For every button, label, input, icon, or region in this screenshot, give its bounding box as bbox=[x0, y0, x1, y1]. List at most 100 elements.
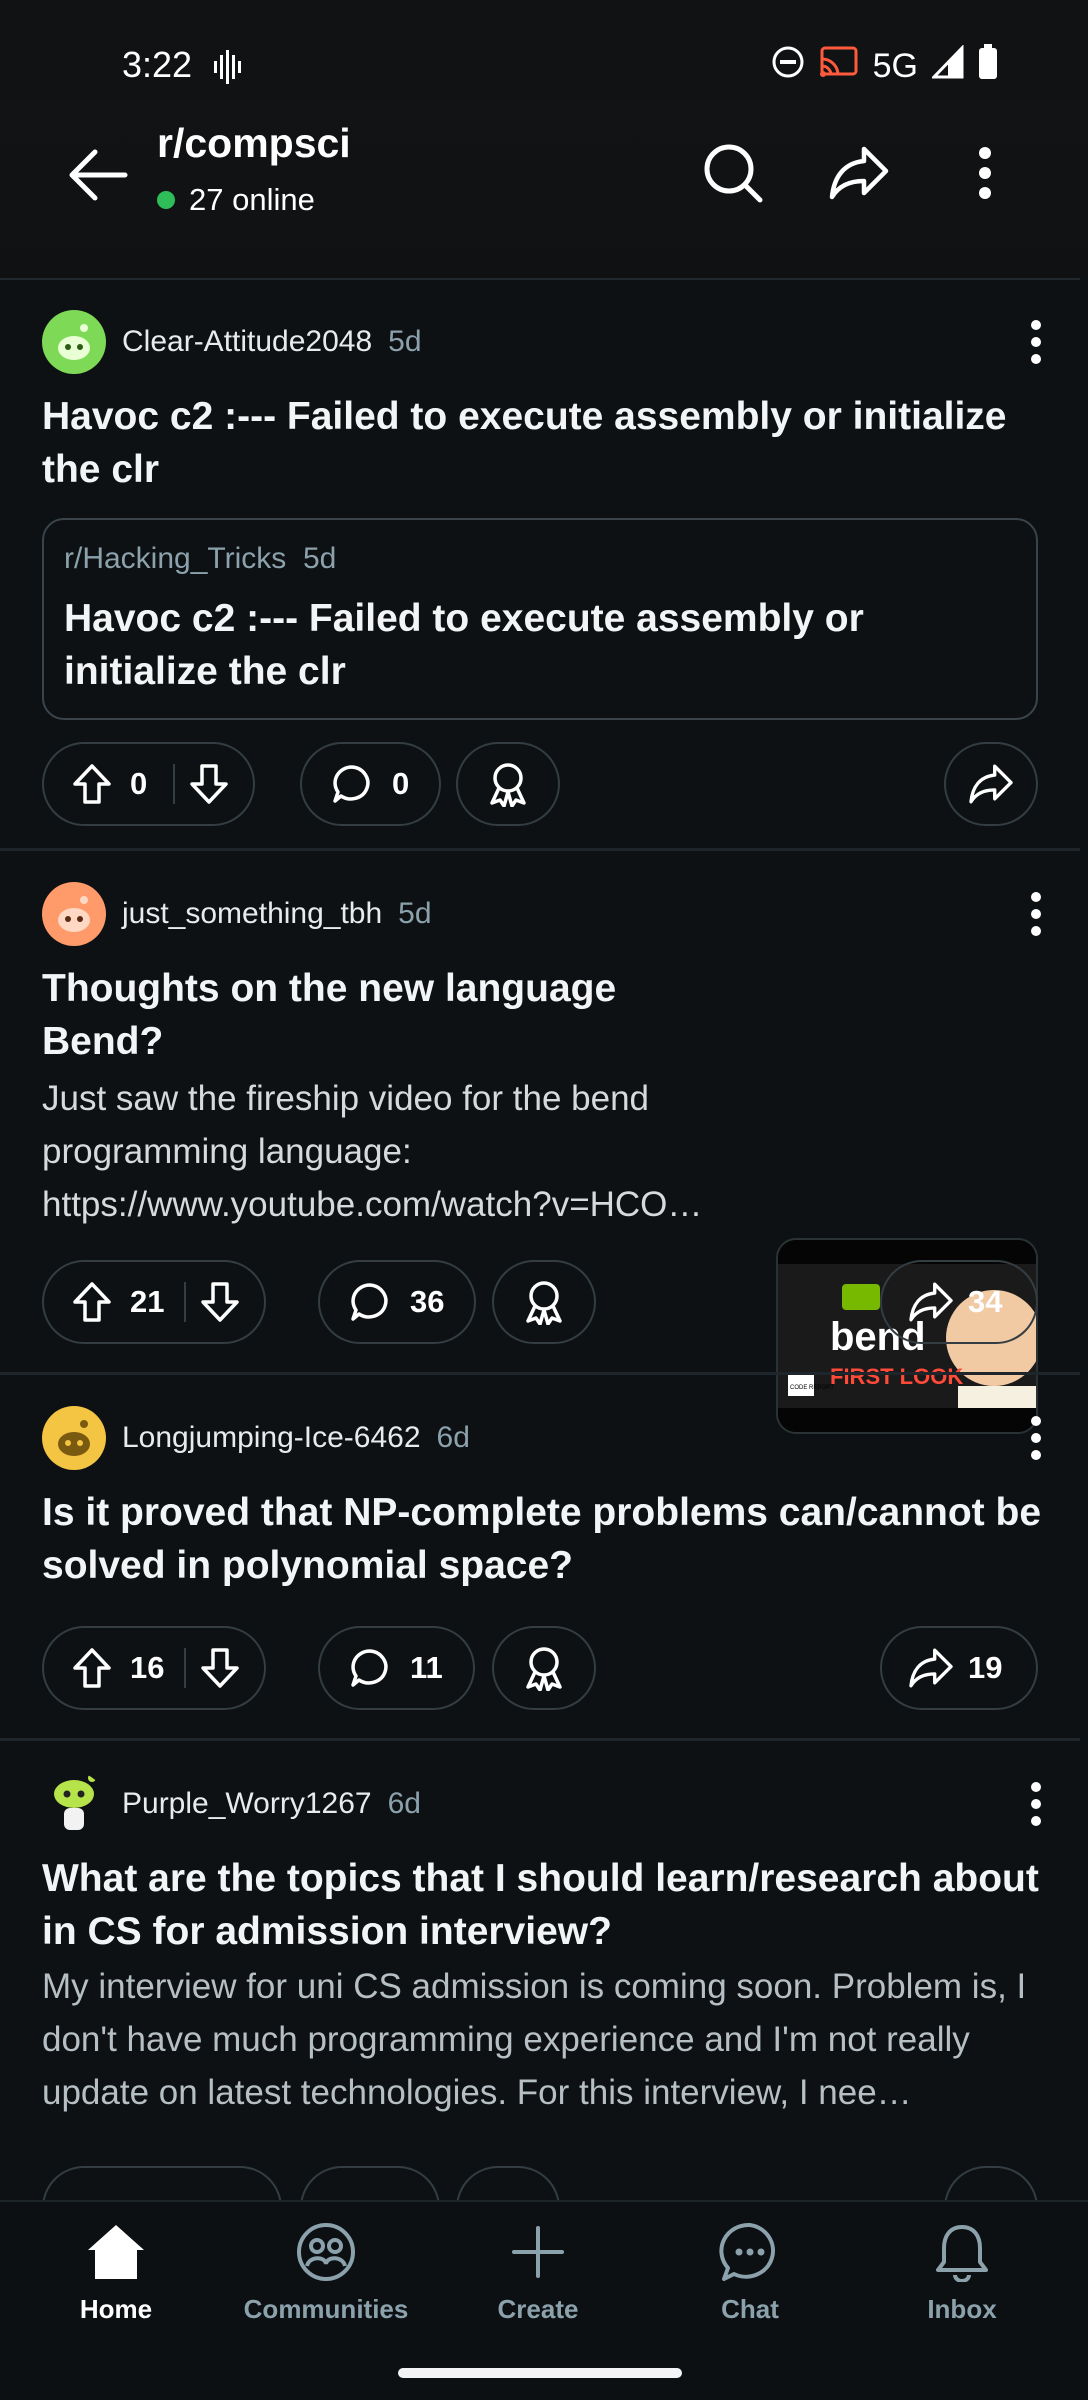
subreddit-title: r/compsci bbox=[157, 120, 351, 166]
downvote-button[interactable] bbox=[189, 763, 229, 805]
gesture-handle[interactable] bbox=[398, 2368, 682, 2378]
award-button[interactable] bbox=[492, 1626, 596, 1710]
nav-inbox[interactable]: Inbox bbox=[862, 2222, 1062, 2342]
status-icons: 5G bbox=[771, 44, 998, 89]
vote-separator bbox=[173, 764, 176, 804]
post-author[interactable]: just_something_tbh bbox=[122, 897, 382, 931]
arrow-up-icon bbox=[73, 1282, 111, 1322]
share-button[interactable] bbox=[944, 742, 1038, 826]
share-button[interactable]: 19 bbox=[880, 1626, 1038, 1710]
upvote-button[interactable] bbox=[72, 1281, 112, 1323]
award-button[interactable] bbox=[456, 2166, 560, 2200]
back-button[interactable] bbox=[58, 135, 138, 215]
post-author[interactable]: Purple_Worry1267 bbox=[122, 1787, 372, 1821]
snoo-avatar-icon bbox=[58, 1420, 90, 1456]
post-body[interactable]: My interview for uni CS admission is com… bbox=[42, 1960, 1052, 2119]
online-count: 27 online bbox=[157, 182, 315, 218]
status-time: 3:22 bbox=[122, 44, 193, 85]
comment-icon bbox=[351, 1283, 388, 1321]
upvote-button[interactable] bbox=[72, 763, 112, 805]
snoo-avatar-icon bbox=[58, 896, 90, 932]
downvote-button[interactable] bbox=[200, 1647, 240, 1689]
award-button[interactable] bbox=[456, 742, 560, 826]
post-meta: just_something_tbh 5d bbox=[42, 882, 432, 946]
post-card[interactable]: just_something_tbh 5d Thoughts on the ne… bbox=[0, 852, 1080, 1434]
vote-control: 16 bbox=[42, 1626, 267, 1710]
home-icon bbox=[88, 2225, 144, 2279]
comments-button[interactable] bbox=[300, 2166, 440, 2200]
overflow-menu-button[interactable] bbox=[940, 128, 1030, 218]
share-icon bbox=[829, 146, 889, 200]
nav-inbox-label: Inbox bbox=[927, 2294, 997, 2324]
post-feed[interactable]: Clear-Attitude2048 5d Havoc c2 :--- Fail… bbox=[0, 280, 1080, 2200]
avatar[interactable] bbox=[42, 1406, 106, 1470]
post-card[interactable]: Longjumping-Ice-6462 6d Is it proved tha… bbox=[0, 1376, 1080, 1740]
avatar[interactable] bbox=[42, 310, 106, 374]
dnd-icon bbox=[771, 45, 805, 88]
post-meta: Purple_Worry1267 6d bbox=[42, 1772, 421, 1836]
battery-icon bbox=[978, 44, 998, 89]
nav-create[interactable]: Create bbox=[438, 2222, 638, 2342]
comments-button[interactable]: 0 bbox=[300, 742, 442, 826]
post-card[interactable]: Purple_Worry1267 6d What are the topics … bbox=[0, 1742, 1080, 2200]
crosspost-age: 5d bbox=[302, 542, 337, 575]
post-author[interactable]: Longjumping-Ice-6462 bbox=[122, 1421, 421, 1455]
post-meta: Longjumping-Ice-6462 6d bbox=[42, 1406, 470, 1470]
award-icon bbox=[490, 763, 526, 807]
nav-chat[interactable]: Chat bbox=[650, 2222, 850, 2342]
vibrate-icon bbox=[214, 50, 244, 89]
share-icon bbox=[969, 764, 1013, 804]
post-author[interactable]: Clear-Attitude2048 bbox=[122, 325, 372, 359]
crosspost-subreddit[interactable]: r/Hacking_Tricks bbox=[64, 542, 286, 575]
post-age: 6d bbox=[436, 1421, 470, 1454]
nav-home[interactable]: Home bbox=[16, 2222, 216, 2342]
nav-communities-label: Communities bbox=[243, 2294, 409, 2324]
online-dot bbox=[157, 191, 175, 209]
vote-count: 21 bbox=[130, 1284, 165, 1319]
post-title[interactable]: Is it proved that NP-complete problems c… bbox=[42, 1486, 1042, 1592]
arrow-up-icon bbox=[73, 764, 111, 804]
share-icon bbox=[909, 1282, 953, 1322]
share-icon bbox=[909, 1648, 953, 1688]
avatar[interactable] bbox=[42, 1772, 106, 1836]
bell-icon bbox=[936, 2225, 988, 2282]
share-button[interactable] bbox=[944, 2166, 1038, 2200]
share-button[interactable]: 34 bbox=[880, 1260, 1038, 1344]
post-title[interactable]: Havoc c2 :--- Failed to execute assembly… bbox=[42, 390, 1042, 496]
post-divider bbox=[0, 1738, 1080, 1741]
comments-button[interactable]: 36 bbox=[318, 1260, 477, 1344]
share-subreddit-button[interactable] bbox=[814, 128, 904, 218]
search-button[interactable] bbox=[688, 128, 778, 218]
post-title[interactable]: Thoughts on the new language Bend? bbox=[42, 962, 732, 1068]
upvote-button[interactable] bbox=[72, 1647, 112, 1689]
vote-separator bbox=[184, 1282, 187, 1322]
comments-button[interactable]: 11 bbox=[318, 1626, 475, 1710]
post-body[interactable]: Just saw the fireship video for the bend… bbox=[42, 1072, 742, 1231]
award-button[interactable] bbox=[492, 1260, 596, 1344]
cast-icon bbox=[819, 45, 859, 88]
post-card[interactable]: Clear-Attitude2048 5d Havoc c2 :--- Fail… bbox=[0, 280, 1080, 850]
more-vertical-icon bbox=[979, 147, 991, 199]
crosspost-meta: r/Hacking_Tricks 5d bbox=[64, 542, 336, 576]
post-age: 5d bbox=[388, 325, 422, 358]
vote-control: 0 bbox=[42, 742, 256, 826]
nav-communities[interactable]: Communities bbox=[226, 2222, 426, 2342]
vote-control: 21 bbox=[42, 1260, 267, 1344]
downvote-button[interactable] bbox=[200, 1281, 240, 1323]
post-meta: Clear-Attitude2048 5d bbox=[42, 310, 422, 374]
vote-control bbox=[42, 2166, 282, 2200]
post-options-button[interactable] bbox=[1006, 882, 1066, 946]
nav-home-label: Home bbox=[79, 2294, 153, 2324]
more-vertical-icon bbox=[1031, 320, 1041, 364]
crosspost-card[interactable]: r/Hacking_Tricks 5d Havoc c2 :--- Failed… bbox=[42, 518, 1038, 720]
arrow-up-icon bbox=[73, 1648, 111, 1688]
post-title[interactable]: What are the topics that I should learn/… bbox=[42, 1852, 1042, 1958]
avatar[interactable] bbox=[42, 882, 106, 946]
post-options-button[interactable] bbox=[1006, 310, 1066, 374]
post-options-button[interactable] bbox=[1006, 1406, 1066, 1470]
vote-count: 16 bbox=[130, 1650, 165, 1685]
page: { "status_bar": {"time": "3:22", "networ… bbox=[0, 0, 1088, 2400]
post-age: 6d bbox=[387, 1787, 421, 1820]
post-options-button[interactable] bbox=[1006, 1772, 1066, 1836]
crosspost-title[interactable]: Havoc c2 :--- Failed to execute assembly… bbox=[64, 592, 984, 698]
